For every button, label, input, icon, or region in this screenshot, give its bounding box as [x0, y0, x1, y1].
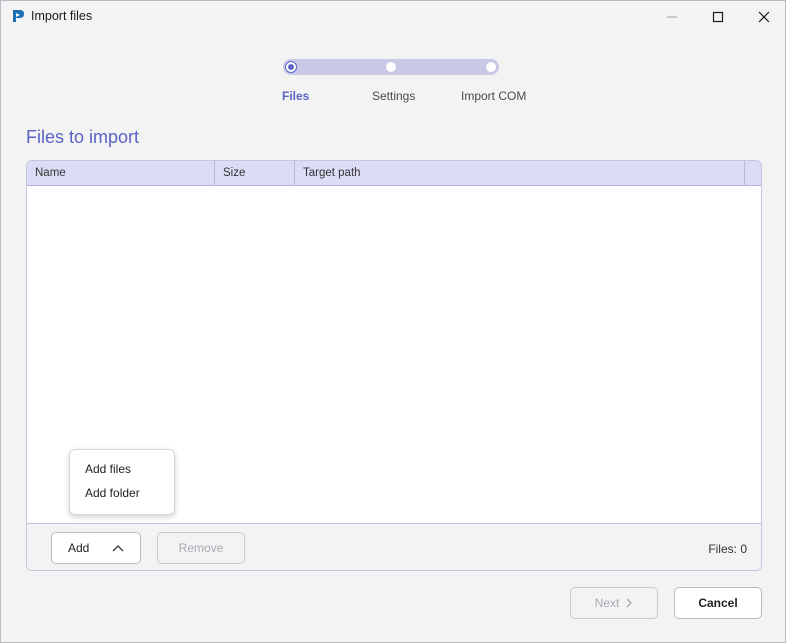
- step-label-settings: Settings: [372, 89, 416, 103]
- import-files-window: Import files Files Settings Import COM F…: [0, 0, 786, 643]
- column-header-size[interactable]: Size: [215, 161, 295, 185]
- next-button[interactable]: Next: [570, 587, 658, 619]
- page-title: Files to import: [26, 127, 140, 147]
- menu-item-add-folder[interactable]: Add folder: [85, 486, 140, 500]
- table-header: Name Size Target path: [27, 161, 761, 186]
- next-button-label: Next: [594, 596, 620, 610]
- column-header-filler: [745, 161, 761, 185]
- step-dot-import-com: [486, 62, 496, 72]
- chevron-right-icon: [626, 598, 633, 608]
- chevron-up-icon: [112, 545, 124, 552]
- column-header-name[interactable]: Name: [27, 161, 215, 185]
- minimize-icon: [667, 16, 677, 17]
- maximize-icon: [712, 11, 724, 22]
- add-button[interactable]: Add: [51, 532, 141, 564]
- close-icon: [758, 11, 770, 22]
- table-footer: Add Remove Files: 0: [27, 523, 761, 570]
- add-button-label: Add: [68, 541, 90, 555]
- maximize-button[interactable]: [695, 1, 741, 32]
- menu-item-add-files[interactable]: Add files: [85, 462, 131, 476]
- add-menu-popup: Add files Add folder: [69, 449, 175, 515]
- window-title: Import files: [31, 9, 93, 23]
- cancel-button[interactable]: Cancel: [674, 587, 762, 619]
- minimize-button[interactable]: [649, 1, 695, 32]
- column-header-target-path[interactable]: Target path: [295, 161, 745, 185]
- files-count: Files: 0: [708, 542, 747, 556]
- step-label-import-com: Import COM: [461, 89, 527, 103]
- remove-button[interactable]: Remove: [157, 532, 245, 564]
- title-bar: Import files: [1, 1, 785, 32]
- close-button[interactable]: [741, 1, 786, 32]
- step-label-files: Files: [282, 89, 310, 103]
- step-dot-settings: [386, 62, 396, 72]
- step-dot-files: [286, 62, 296, 72]
- app-logo-icon: [10, 8, 26, 24]
